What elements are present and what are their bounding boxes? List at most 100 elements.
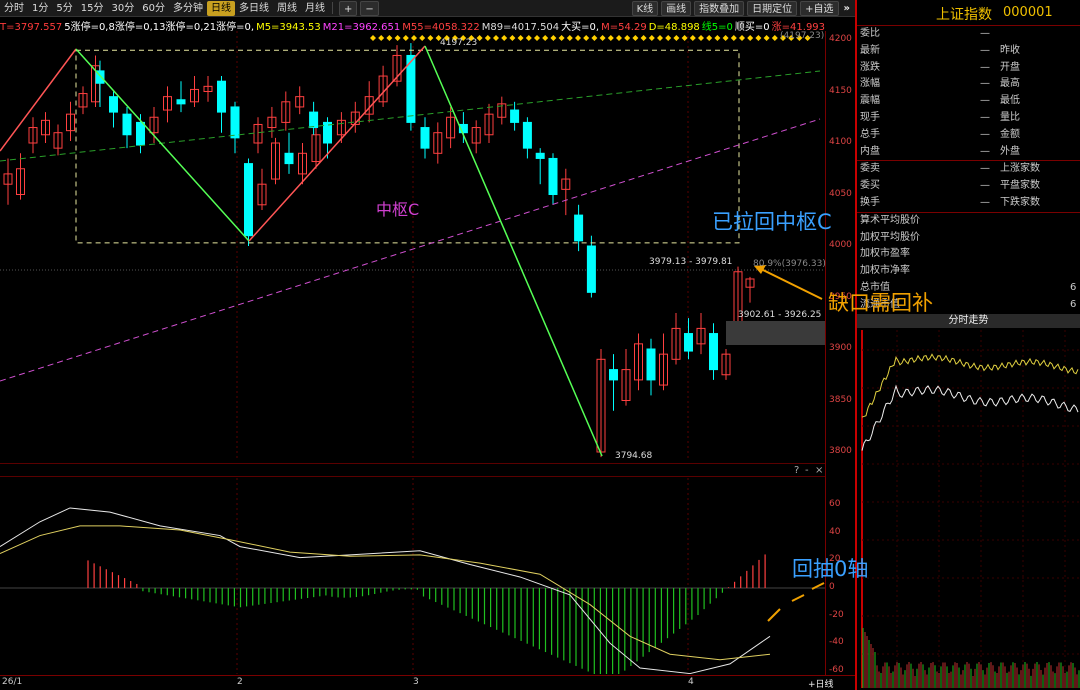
quote-label: 最高 xyxy=(1000,78,1020,90)
chart-tool-button[interactable]: 日期定位 xyxy=(747,0,798,16)
quote-label: 昨收 xyxy=(1000,44,1020,56)
indicator-value: 涨=41.993 xyxy=(771,22,825,31)
date-axis: +日线 26/1 2 3 4 xyxy=(0,675,855,690)
fib-label: 80.9%(3976.33) xyxy=(753,259,826,269)
quote-row: 委比 — xyxy=(857,26,1080,43)
quote-value: — xyxy=(980,145,990,157)
kline-svg xyxy=(0,31,825,461)
signal-diamond xyxy=(689,35,696,41)
quote-value: — xyxy=(980,196,990,208)
zhongshu-label: 中枢C xyxy=(376,200,420,219)
chart-tool-button[interactable]: 画线 xyxy=(661,0,692,16)
price-tick: 4200 xyxy=(829,34,852,44)
period-tab[interactable]: 5分 xyxy=(52,1,76,16)
period-tab[interactable]: 15分 xyxy=(77,1,108,16)
gap-box xyxy=(726,321,825,345)
signal-diamond xyxy=(673,35,680,41)
quote-row: 震幅 — 最低 xyxy=(857,93,1080,110)
zoom-out-button[interactable]: − xyxy=(360,0,379,16)
quote-value: 6 xyxy=(1070,281,1077,293)
candle-body xyxy=(510,109,520,123)
quote-value: — xyxy=(980,61,990,73)
period-tab[interactable]: 多日线 xyxy=(235,1,273,16)
period-tab[interactable]: 多分钟 xyxy=(169,1,207,16)
quote-panel: 上证指数 000001 委比 — 最新 — 昨收 涨跌 — 开盘 涨幅 — 最高 震幅 — 最低 现手 — 量比… xyxy=(857,0,1080,690)
period-tab[interactable]: 1分 xyxy=(28,1,52,16)
quote-label: 加权平均股价 xyxy=(860,231,920,243)
signal-diamond xyxy=(714,35,721,41)
signal-diamond xyxy=(763,35,770,41)
macd-minimize-button[interactable]: - xyxy=(805,465,809,476)
quote-table-2: 委卖 — 上涨家数 委买 — 平盘家数 换手 — 下跌家数 xyxy=(857,161,1080,211)
signal-diamond xyxy=(493,35,499,41)
candle-body xyxy=(586,245,596,293)
zoom-in-button[interactable]: + xyxy=(338,0,358,16)
signal-diamond xyxy=(681,35,688,41)
low-price-label: 3794.68 xyxy=(615,451,653,461)
quote-header: 上证指数 000001 xyxy=(857,0,1080,26)
signal-diamond xyxy=(476,35,483,41)
period-toolbar: 分时 1分 5分 15分 30分 60分 多分钟 日线 多日线 周线 月线 + − K线 画线 指数叠加… xyxy=(0,0,855,17)
period-tab[interactable]: 分时 xyxy=(0,1,28,16)
signal-diamond xyxy=(607,35,614,41)
signal-diamond xyxy=(411,35,417,41)
zigzag-segment xyxy=(75,48,250,242)
period-tab[interactable]: 日线 xyxy=(206,0,235,16)
price-tick: 3900 xyxy=(829,343,852,353)
indicator-value: M55=4058.322 xyxy=(402,22,480,31)
collapse-panel-icon[interactable]: » xyxy=(839,3,855,14)
macd-close-button[interactable]: × xyxy=(815,465,823,476)
price-tick: 3850 xyxy=(829,394,852,405)
quote-value: — xyxy=(980,163,990,175)
signal-diamond xyxy=(370,35,376,41)
signal-diamond xyxy=(648,35,655,41)
period-tab[interactable]: 60分 xyxy=(138,1,169,16)
quote-value: — xyxy=(980,95,990,107)
period-tab[interactable]: 周线 xyxy=(273,1,301,16)
signal-diamond xyxy=(575,35,581,41)
signal-diamond xyxy=(591,35,598,41)
indicator-value: 线5=0 xyxy=(701,22,733,31)
index-name: 上证指数 xyxy=(936,7,992,23)
price-tick: 4150 xyxy=(829,85,852,96)
signal-diamond xyxy=(550,35,557,41)
chart-tool-button[interactable]: 指数叠加 xyxy=(694,0,745,16)
signal-diamond xyxy=(665,35,672,41)
signal-diamond xyxy=(583,35,590,41)
candle-body xyxy=(646,348,656,381)
macd-help-button[interactable]: ? xyxy=(794,465,799,476)
signal-diamond xyxy=(419,35,426,41)
signal-diamond xyxy=(599,35,606,41)
candle-body xyxy=(574,214,584,242)
indicator-value: 大买=0, xyxy=(561,22,600,31)
quote-label: 量比 xyxy=(1000,111,1020,123)
quote-value: — xyxy=(980,28,990,39)
quote-row: 最新 — 昨收 xyxy=(857,43,1080,60)
intraday-chart[interactable] xyxy=(857,330,1080,688)
daily-line-toggle[interactable]: +日线 xyxy=(808,677,834,690)
candle-body xyxy=(548,157,558,195)
period-tab[interactable]: 30分 xyxy=(107,1,138,16)
intraday-avg-line xyxy=(861,353,1079,418)
pulled-back-annotation: 已拉回中枢C xyxy=(712,210,832,234)
signal-diamond xyxy=(722,35,729,41)
quote-row: 加权平均股价 xyxy=(857,230,1080,247)
chart-tool-button[interactable]: K线 xyxy=(631,0,659,16)
chart-tool-button[interactable]: +自选 xyxy=(800,0,839,16)
quote-row: 委卖 — 上涨家数 xyxy=(857,161,1080,178)
quote-label: 现手 xyxy=(860,111,880,123)
kline-chart[interactable] xyxy=(0,31,825,461)
quote-value: — xyxy=(980,111,990,123)
macd-tick: 40 xyxy=(829,526,841,537)
signal-diamond xyxy=(509,35,516,41)
candle-body xyxy=(136,121,145,146)
macd-chart[interactable] xyxy=(0,478,825,674)
quote-value: 6 xyxy=(1070,298,1077,310)
signal-diamond xyxy=(616,35,622,41)
date-tick: 26/1 xyxy=(2,677,23,687)
period-tab[interactable]: 月线 xyxy=(301,1,329,16)
indicator-value: M21=3962.651 xyxy=(322,22,401,31)
index-code: 000001 xyxy=(1003,5,1053,20)
zigzag-segment xyxy=(0,48,77,152)
candle-body xyxy=(122,113,132,136)
